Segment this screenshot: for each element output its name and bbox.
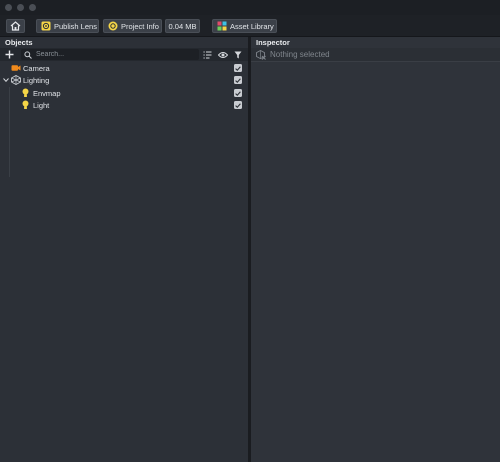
tree-item-light[interactable]: Light (0, 99, 248, 111)
tree-item-camera[interactable]: Camera (0, 62, 248, 74)
lighting-group-icon (11, 75, 21, 85)
lightbulb-icon (22, 100, 29, 109)
publish-lens-label: Publish Lens (54, 21, 97, 31)
asset-library-icon (217, 21, 227, 31)
checkmark-icon (235, 77, 241, 83)
camera-icon (11, 65, 21, 71)
tree-item-envmap[interactable]: Envmap (0, 87, 248, 99)
project-size-value: 0.04 MB (168, 21, 197, 31)
objects-panel: Objects Search... Camera Lighting Envmap… (0, 37, 248, 462)
no-selection-icon (256, 49, 266, 60)
checkmark-icon (235, 65, 241, 71)
zoom-window-button[interactable] (29, 4, 36, 11)
sort-list-button[interactable] (202, 49, 213, 60)
objects-toolbar (0, 48, 248, 61)
tree-item-label: Lighting (23, 75, 50, 85)
app-window: Publish Lens Project Info 0.04 MB Asset … (0, 0, 500, 462)
checkmark-icon (235, 102, 241, 108)
home-icon (10, 21, 21, 31)
project-size-badge: 0.04 MB (165, 19, 200, 33)
project-info-button[interactable]: Project Info (103, 19, 162, 33)
inspector-panel-title: Inspector (251, 37, 500, 48)
publish-lens-icon (41, 21, 51, 31)
project-info-label: Project Info (121, 21, 159, 31)
title-bar (0, 0, 500, 15)
tree-item-label: Envmap (33, 88, 61, 98)
asset-library-label: Asset Library (230, 21, 274, 31)
chevron-down-icon[interactable] (3, 78, 9, 82)
search-input[interactable] (36, 51, 196, 58)
project-info-icon (108, 21, 118, 31)
lighting-enabled-checkbox[interactable] (234, 76, 242, 84)
tree-item-label: Light (33, 100, 50, 110)
checkmark-icon (235, 90, 241, 96)
inspector-selection-bar: Nothing selected (251, 48, 500, 62)
lightbulb-icon (22, 88, 29, 97)
eye-icon (217, 51, 228, 58)
visibility-toggle-button[interactable] (217, 49, 228, 60)
tree-item-label: Camera (23, 63, 50, 73)
plus-icon (5, 50, 13, 59)
envmap-enabled-checkbox[interactable] (234, 89, 242, 97)
tree-item-lighting[interactable]: Lighting (0, 74, 248, 86)
filter-button[interactable] (232, 49, 243, 60)
filter-icon (234, 51, 241, 58)
publish-lens-button[interactable]: Publish Lens (36, 19, 99, 33)
light-enabled-checkbox[interactable] (234, 101, 242, 109)
inspector-status: Nothing selected (270, 50, 330, 59)
asset-library-button[interactable]: Asset Library (212, 19, 277, 33)
search-icon (24, 50, 32, 59)
minimize-window-button[interactable] (17, 4, 24, 11)
camera-enabled-checkbox[interactable] (234, 64, 242, 72)
objects-panel-title: Objects (0, 37, 248, 48)
main-toolbar: Publish Lens Project Info 0.04 MB Asset … (0, 15, 500, 37)
home-button[interactable] (6, 19, 25, 33)
add-object-button[interactable] (3, 49, 15, 60)
list-sort-icon (203, 51, 212, 58)
close-window-button[interactable] (5, 4, 12, 11)
inspector-panel: Inspector Nothing selected (251, 37, 500, 462)
objects-search[interactable] (21, 49, 199, 60)
